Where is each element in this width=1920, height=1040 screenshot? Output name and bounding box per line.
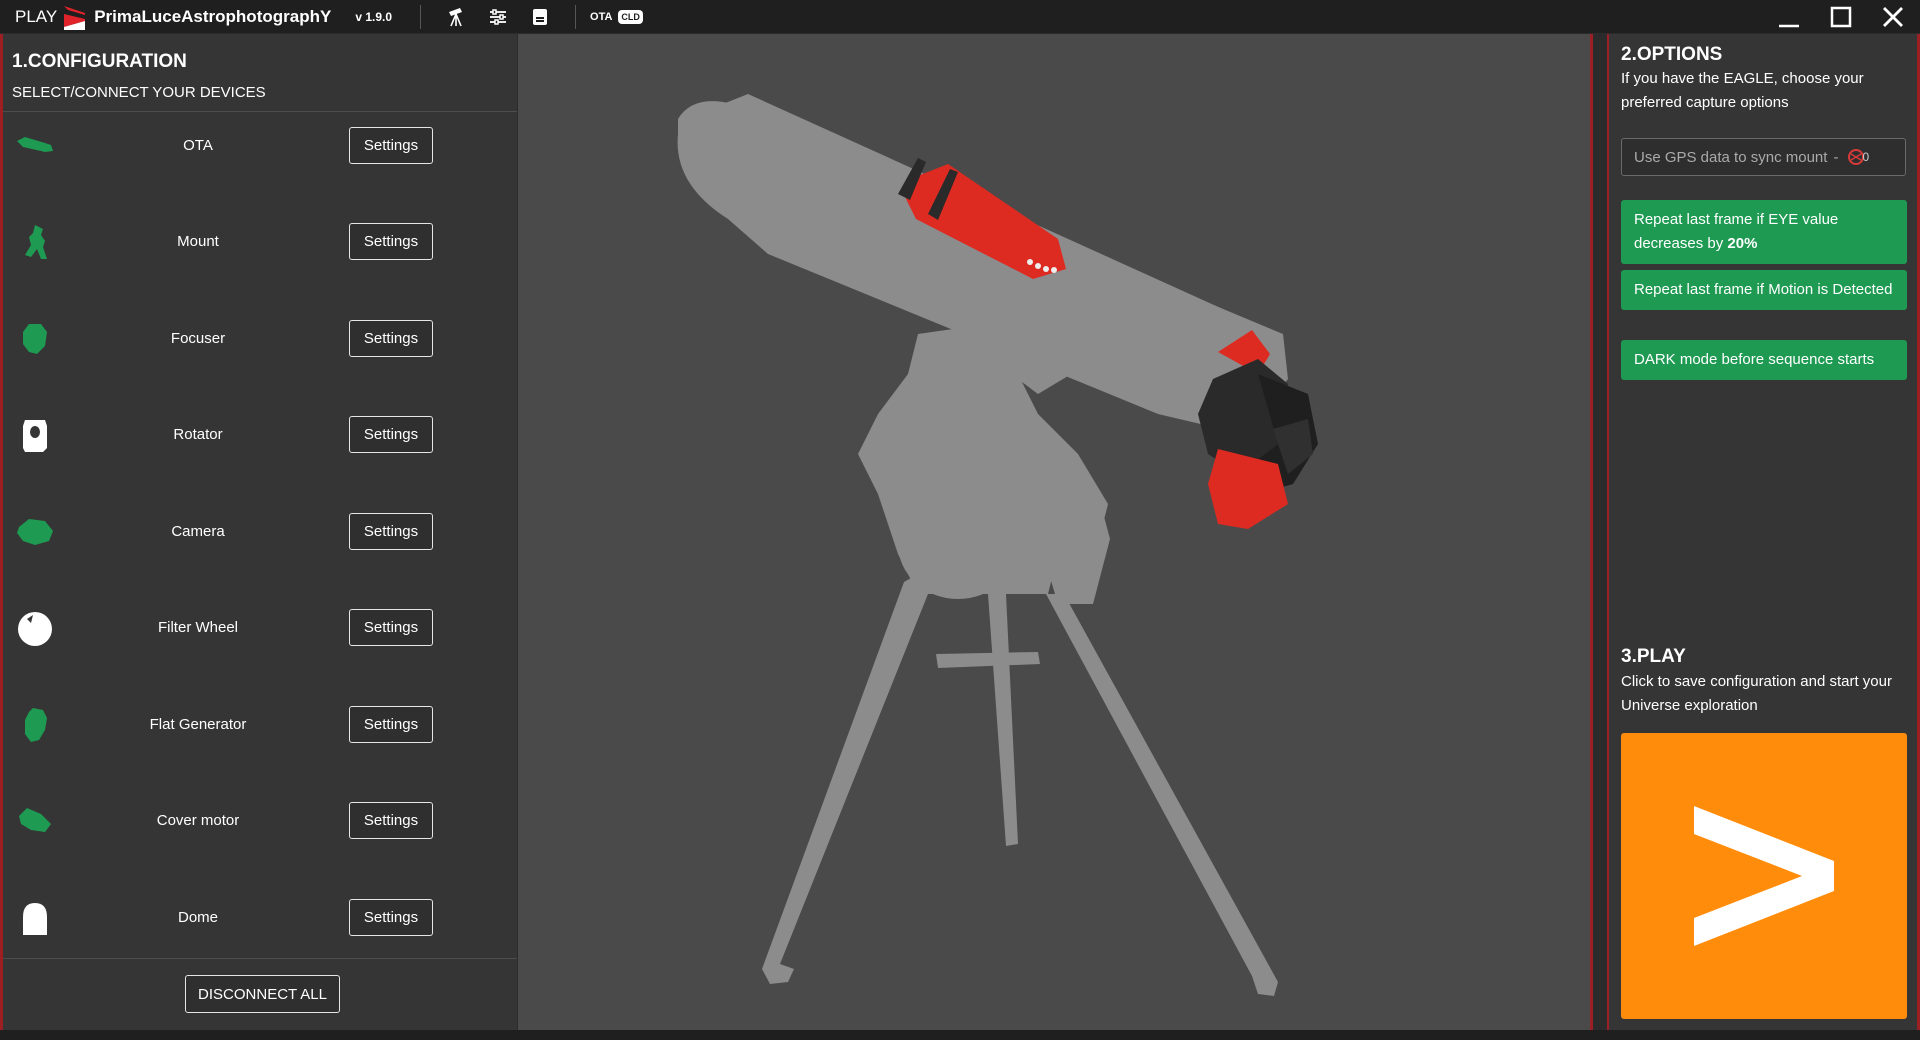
filter-wheel-settings-button[interactable]: Settings — [349, 609, 433, 646]
device-name: Cover motor — [156, 812, 240, 829]
configuration-subtitle: SELECT/CONNECT YOUR DEVICES — [12, 84, 266, 101]
toolbar-separator — [575, 4, 577, 29]
dome-icon — [23, 903, 47, 935]
app-brand: PLAY PrimaLuceAstrophotographY v 1.9.0 — [15, 2, 392, 32]
document-icon[interactable] — [528, 5, 552, 29]
repeat-eye-value-button[interactable]: Repeat last frame if EYE value decreases… — [1621, 200, 1907, 264]
maximize-icon[interactable] — [1828, 4, 1854, 30]
device-row-rotator: Rotator Settings — [3, 406, 517, 466]
mount-icon — [25, 225, 47, 259]
ota-status-label[interactable]: OTA — [590, 11, 612, 23]
ota-icon — [17, 137, 53, 152]
play-button[interactable] — [1621, 733, 1907, 1019]
options-description: If you have the EAGLE, choose your prefe… — [1621, 70, 1864, 111]
camera-icon — [17, 519, 53, 545]
device-name: Flat Generator — [149, 716, 247, 733]
play-chevron-icon — [1694, 806, 1834, 946]
device-row-focuser: Focuser Settings — [3, 310, 517, 370]
options-panel: 2.OPTIONS If you have the EAGLE, choose … — [1607, 34, 1920, 1030]
rotator-settings-button[interactable]: Settings — [349, 416, 433, 453]
app-prefix: PLAY — [15, 6, 58, 26]
device-row-camera: Camera Settings — [3, 503, 517, 563]
gps-badge-count: 0 — [1862, 150, 1870, 164]
telescope-icon[interactable] — [444, 5, 468, 29]
focuser-icon — [23, 324, 47, 354]
close-icon[interactable] — [1880, 4, 1906, 30]
repeat-motion-button[interactable]: Repeat last frame if Motion is Detected — [1621, 270, 1907, 310]
telescope-viewport — [518, 34, 1593, 1030]
play-title: 3.PLAY — [1621, 646, 1686, 667]
flat-generator-icon — [25, 708, 47, 742]
divider — [3, 111, 517, 112]
play-description: Click to save configuration and start yo… — [1621, 673, 1892, 714]
device-row-flat-generator: Flat Generator Settings — [3, 696, 517, 756]
device-name: Rotator — [173, 426, 223, 443]
status-strip — [0, 1030, 1920, 1040]
dome-settings-button[interactable]: Settings — [349, 899, 433, 936]
gps-sync-field[interactable]: Use GPS data to sync mount - 0 — [1621, 138, 1906, 176]
repeat-eye-value-percent: 20% — [1727, 235, 1758, 252]
product-name: PrimaLuceAstrophotographY — [94, 6, 332, 26]
configuration-title: 1.CONFIGURATION — [12, 51, 187, 72]
repeat-motion-text: Repeat last frame if Motion is Detected — [1634, 281, 1893, 298]
device-row-dome: Dome Settings — [3, 889, 517, 949]
version-label: v 1.9.0 — [355, 9, 393, 24]
filter-wheel-icon — [18, 612, 52, 646]
device-name: Focuser — [170, 330, 226, 347]
device-name: OTA — [183, 137, 213, 154]
device-row-filter-wheel: Filter Wheel Settings — [3, 599, 517, 659]
ota-settings-button[interactable]: Settings — [349, 127, 433, 164]
options-title: 2.OPTIONS — [1621, 44, 1723, 65]
toolbar-separator — [420, 4, 422, 29]
device-name: Mount — [177, 233, 219, 250]
disconnect-all-button[interactable]: DISCONNECT ALL — [185, 975, 340, 1013]
gps-separator: - — [1833, 148, 1839, 166]
sliders-icon[interactable] — [486, 5, 510, 29]
device-row-mount: Mount Settings — [3, 213, 517, 273]
cover-motor-settings-button[interactable]: Settings — [349, 802, 433, 839]
flat-generator-settings-button[interactable]: Settings — [349, 706, 433, 743]
device-row-ota: OTA Settings — [3, 117, 517, 177]
primaluce-logo-icon — [64, 5, 86, 30]
dark-mode-text: DARK mode before sequence starts — [1634, 351, 1875, 368]
device-name: Filter Wheel — [157, 619, 239, 636]
dark-mode-button[interactable]: DARK mode before sequence starts — [1621, 340, 1907, 380]
cloud-badge[interactable]: CLD — [618, 9, 643, 24]
window-controls — [1776, 0, 1906, 33]
telescope-illustration — [677, 94, 1318, 996]
configuration-panel: 1.CONFIGURATION SELECT/CONNECT YOUR DEVI… — [0, 34, 517, 1030]
mount-settings-button[interactable]: Settings — [349, 223, 433, 260]
device-name: Dome — [177, 909, 218, 926]
gps-badge: 0 — [1848, 147, 1872, 167]
title-bar: PLAY PrimaLuceAstrophotographY v 1.9.0 O… — [0, 0, 1920, 33]
gps-sync-label: Use GPS data to sync mount — [1634, 148, 1828, 166]
cover-motor-icon — [19, 808, 51, 832]
camera-settings-button[interactable]: Settings — [349, 513, 433, 550]
rotator-icon — [23, 420, 47, 452]
minimize-icon[interactable] — [1776, 4, 1802, 30]
focuser-settings-button[interactable]: Settings — [349, 320, 433, 357]
device-row-cover-motor: Cover motor Settings — [3, 792, 517, 852]
tripod-silhouette — [762, 574, 1278, 996]
device-name: Camera — [171, 523, 225, 540]
divider — [3, 958, 517, 959]
